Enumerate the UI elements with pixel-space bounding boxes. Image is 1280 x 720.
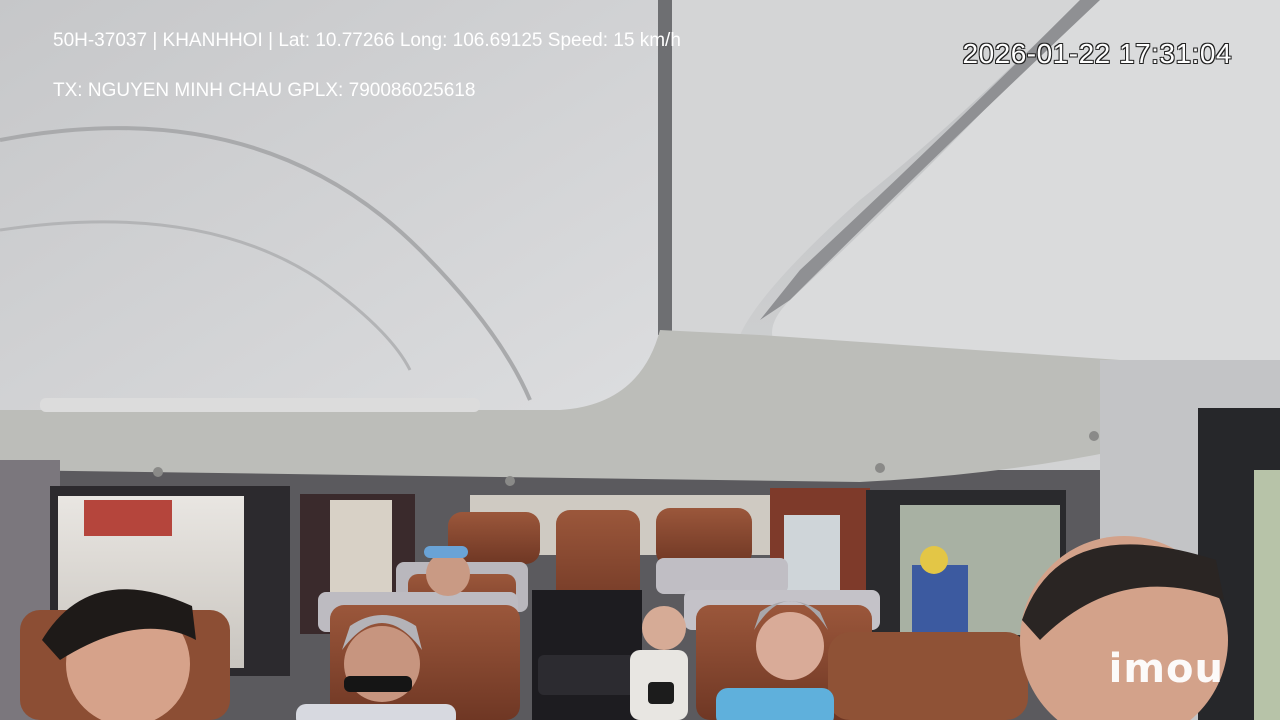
passenger-glasses-shirt	[296, 704, 456, 720]
driver-label: TX:	[53, 80, 83, 101]
aisle-step	[538, 655, 638, 695]
seat-right-foreground	[828, 632, 1028, 720]
window-mid	[330, 500, 392, 596]
driver-name: NGUYEN MINH CHAU	[87, 80, 283, 101]
ceiling-panel-left	[0, 0, 660, 410]
speed-value: 15 km/h	[613, 30, 681, 51]
imou-logo-icon: imou	[1108, 646, 1224, 692]
seat-mid-right-frame	[656, 558, 788, 594]
cabin-scene	[0, 0, 1280, 720]
trim-screw	[153, 467, 163, 477]
speed-label: Speed:	[547, 30, 609, 51]
osd-driver-line: TX: NGUYEN MINH CHAU GPLX: 790086025618	[53, 80, 475, 102]
passenger-woman-shirt	[716, 688, 834, 720]
window-left-sign	[84, 500, 172, 536]
passenger-mid-phone	[648, 682, 674, 704]
timestamp: 2026-01-22 17:31:04	[962, 38, 1232, 69]
plate-number: 50H-37037	[53, 30, 148, 51]
trim-screw	[1089, 431, 1099, 441]
long-value: 106.69125	[452, 30, 543, 51]
license-number: 790086025618	[348, 80, 476, 101]
osd-vehicle-line: 50H-37037 | KHANHHOI | Lat: 10.77266 Lon…	[53, 30, 681, 51]
dashcam-frame: 50H-37037 | KHANHHOI | Lat: 10.77266 Lon…	[0, 0, 1280, 720]
passenger-rear-hair	[424, 546, 468, 558]
license-label: GPLX:	[287, 80, 344, 101]
seat-rear-right	[656, 508, 752, 566]
right-door-window	[1254, 470, 1280, 720]
traffic-helmet	[920, 546, 948, 574]
passenger-rear-head	[426, 552, 470, 596]
trim-screw	[505, 476, 515, 486]
traffic-rider	[912, 565, 968, 635]
window-right	[784, 515, 840, 595]
passenger-mid-head	[642, 606, 686, 650]
passenger-sunglasses	[344, 676, 412, 692]
company-name: KHANHHOI	[162, 30, 263, 51]
long-label: Long:	[399, 30, 448, 51]
passenger-woman-head	[756, 612, 824, 680]
light-strip	[40, 398, 480, 412]
lat-label: Lat:	[278, 30, 311, 51]
lat-value: 10.77266	[315, 30, 395, 51]
trim-screw	[875, 463, 885, 473]
